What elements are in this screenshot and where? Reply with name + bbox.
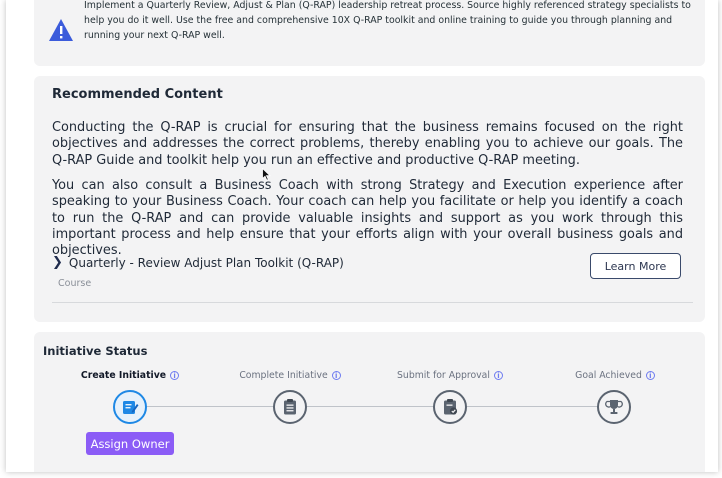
step-complete-initiative: Complete Initiative i [215, 370, 365, 381]
step-submit-for-approval-circle[interactable] [433, 390, 467, 424]
step-label: Complete Initiative [239, 370, 328, 381]
info-icon[interactable]: i [493, 371, 503, 380]
step-label: Submit for Approval [397, 370, 490, 381]
info-icon[interactable]: i [331, 371, 341, 380]
clipboard-list-icon [284, 399, 296, 415]
info-icon[interactable]: i [645, 371, 655, 380]
chevron-right-icon: ❯ [52, 255, 63, 270]
recommended-paragraph-2: You can also consult a Business Coach wi… [52, 178, 683, 259]
divider [52, 302, 693, 303]
content-type-label: Course [58, 278, 92, 289]
recommended-content-card: Recommended Content Conducting the Q-RAP… [34, 76, 705, 322]
progress-track [131, 406, 611, 407]
edit-note-icon [123, 401, 139, 414]
step-label: Create Initiative [80, 370, 167, 381]
toolkit-course-title: Quarterly - Review Adjust Plan Toolkit (… [68, 255, 344, 270]
content-frame: Implement a Quarterly Review, Adjust & P… [6, 0, 718, 472]
step-submit-for-approval: Submit for Approval i [375, 370, 525, 381]
initiative-status-card: Initiative Status Create Initiative i Co… [34, 332, 705, 472]
toolkit-course-link[interactable]: ❯ Quarterly - Review Adjust Plan Toolkit… [52, 255, 344, 270]
step-create-initiative-circle[interactable] [113, 390, 147, 424]
step-goal-achieved-circle[interactable] [597, 390, 631, 424]
warning-triangle-icon [49, 19, 73, 41]
recommended-paragraph-1: Conducting the Q-RAP is crucial for ensu… [52, 120, 683, 168]
step-create-initiative: Create Initiative i [55, 370, 205, 381]
learn-more-button[interactable]: Learn More [590, 253, 681, 279]
step-goal-achieved: Goal Achieved i [540, 370, 690, 381]
step-complete-initiative-circle[interactable] [273, 390, 307, 424]
clipboard-check-icon [444, 399, 458, 415]
recommended-content-title: Recommended Content [52, 87, 223, 102]
initiative-status-title: Initiative Status [43, 344, 148, 358]
trophy-icon [605, 400, 623, 414]
info-icon[interactable]: i [170, 371, 180, 380]
program-info-text: Implement a Quarterly Review, Adjust & P… [84, 0, 691, 41]
mouse-cursor-icon [262, 168, 271, 181]
program-info-card: Implement a Quarterly Review, Adjust & P… [34, 0, 705, 66]
step-label: Goal Achieved [575, 370, 642, 381]
assign-owner-button[interactable]: Assign Owner [86, 432, 174, 455]
